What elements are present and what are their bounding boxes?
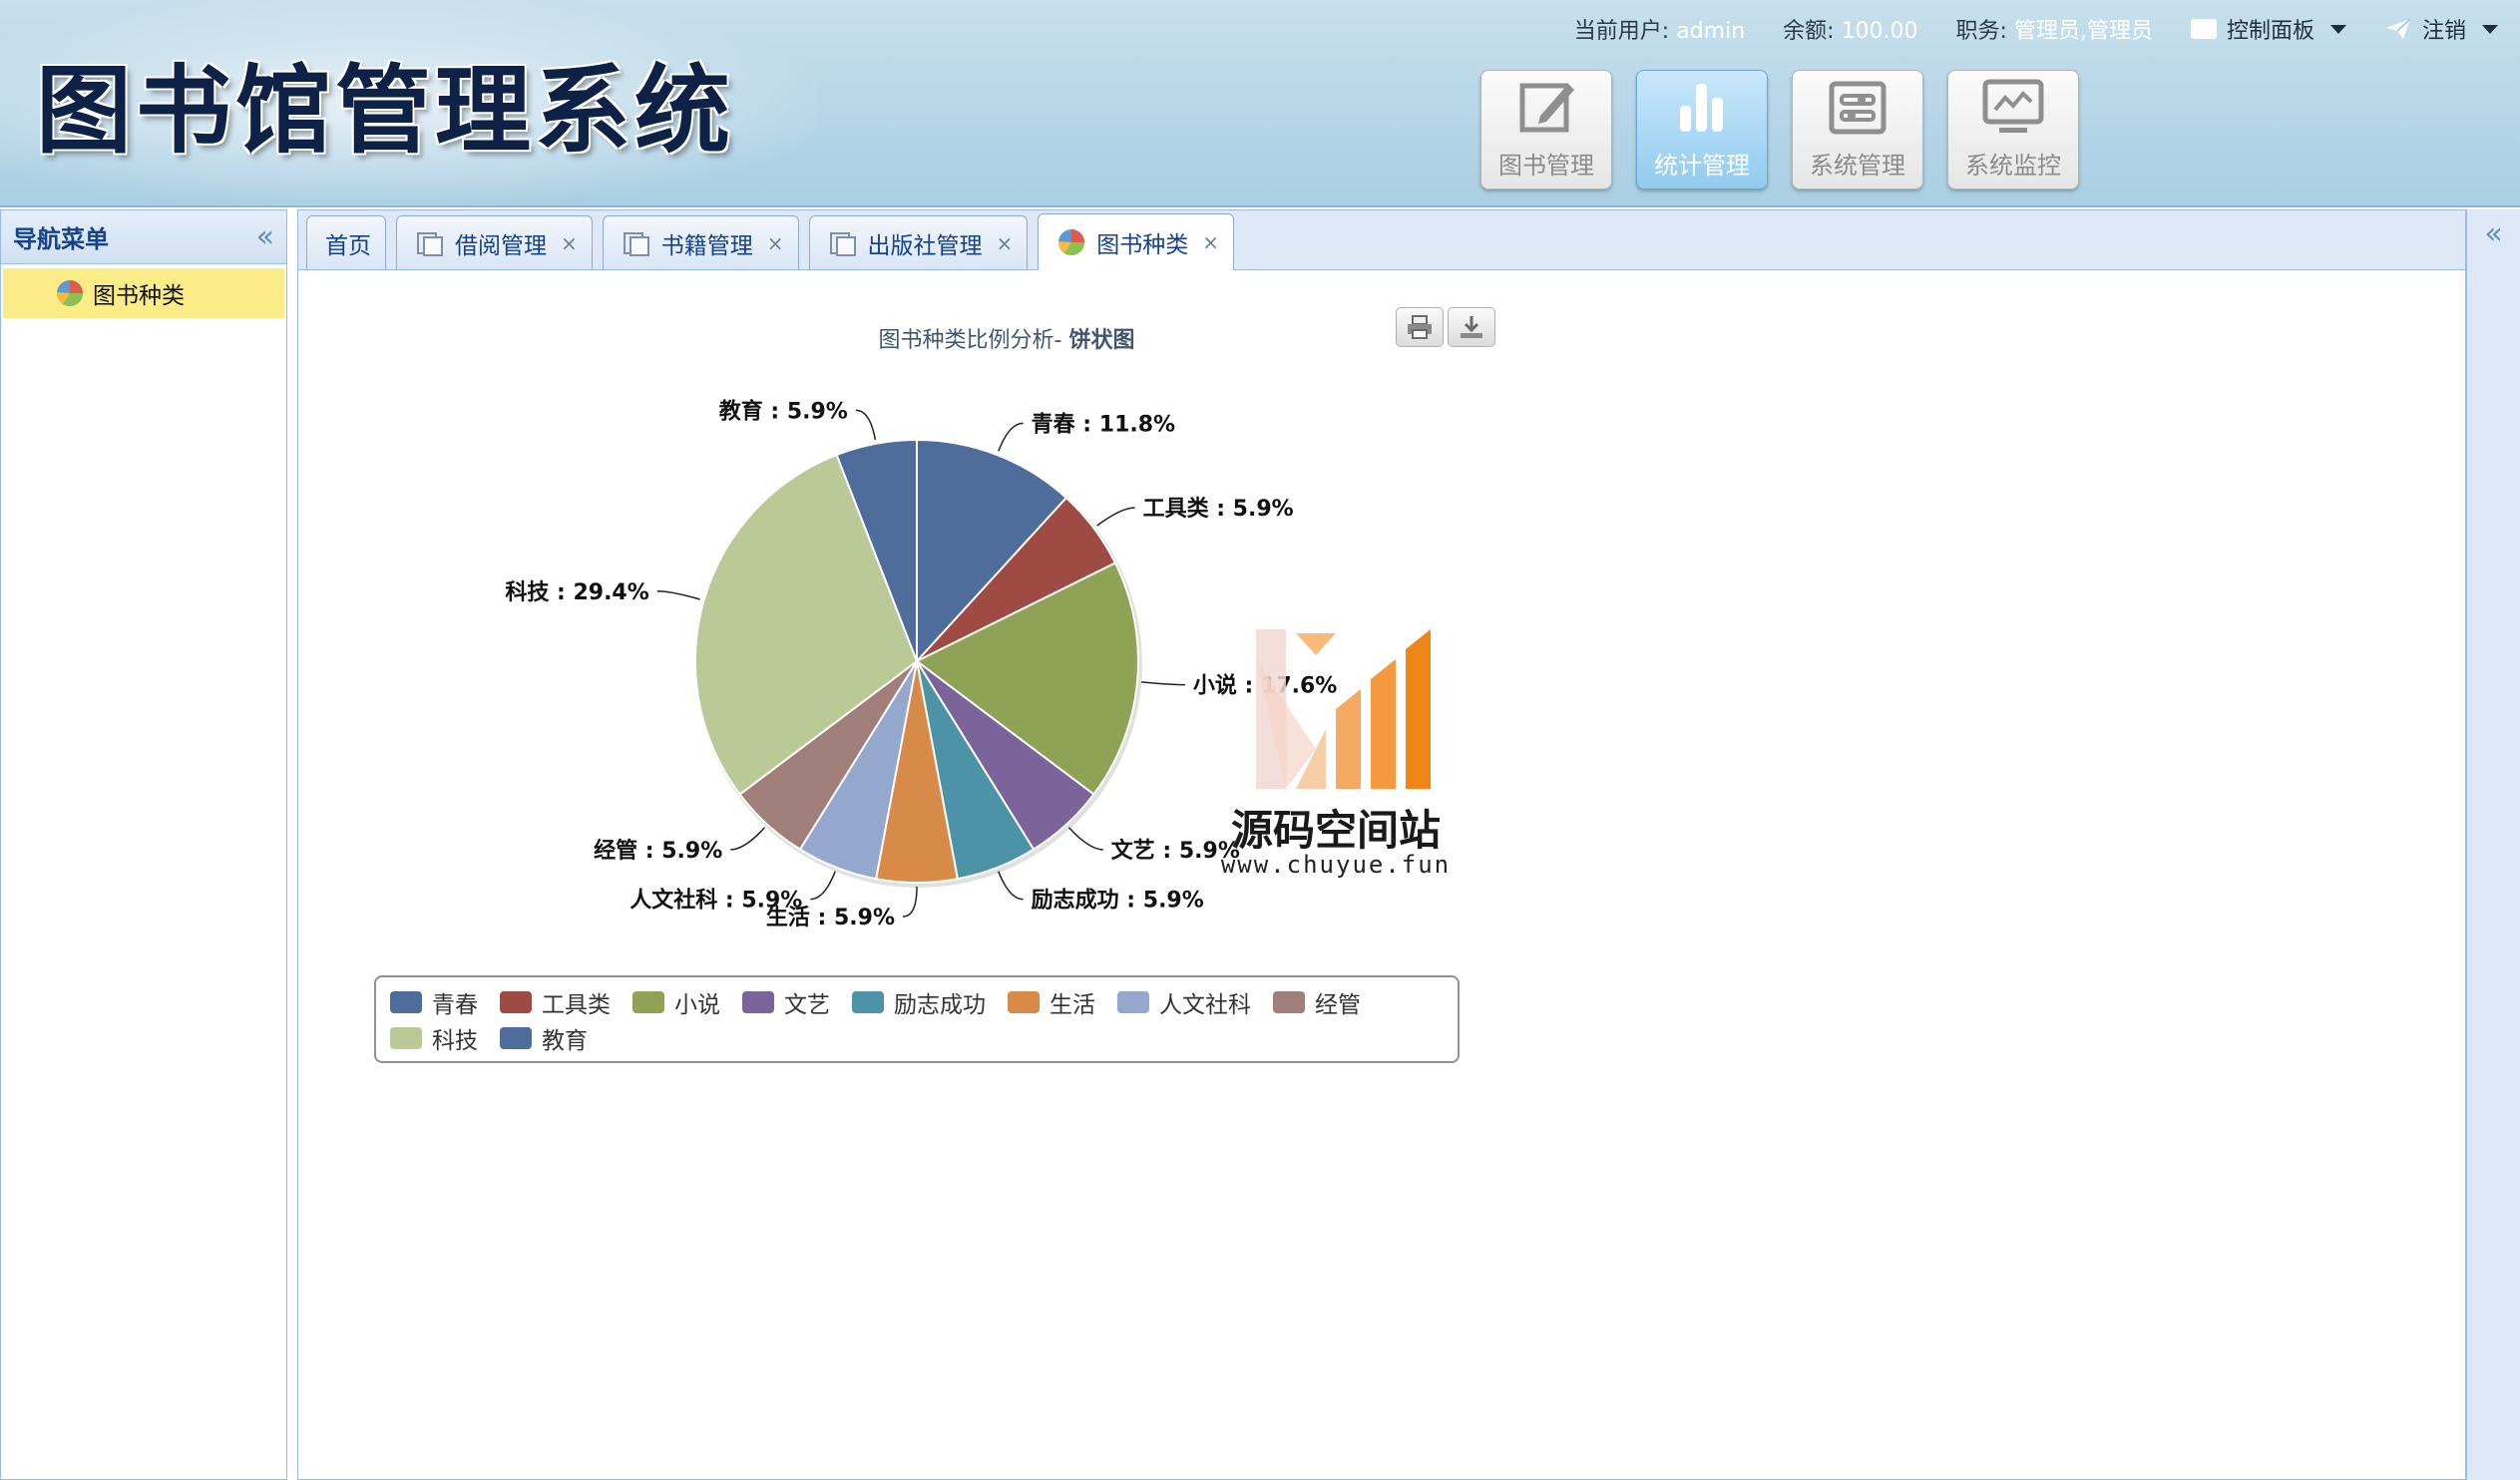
legend-item[interactable]: 教育 bbox=[500, 1021, 588, 1055]
legend-item[interactable]: 励志成功 bbox=[852, 985, 986, 1019]
legend-swatch bbox=[632, 991, 664, 1013]
document-icon bbox=[417, 231, 443, 256]
tab-book-category[interactable]: 图书种类 × bbox=[1038, 213, 1235, 270]
data-label-connector bbox=[998, 871, 1024, 901]
header: 图书馆管理系统 当前用户: admin 余额: 100.00 职务: 管理员,管… bbox=[0, 0, 2520, 207]
module-button-system-monitor[interactable]: 系统监控 bbox=[1947, 70, 2079, 189]
folder-icon bbox=[2190, 19, 2217, 39]
watermark-title: 源码空间站 bbox=[1230, 806, 1441, 855]
main-panel: 首页 借阅管理 × 书籍管理 × 出版社管理 × 图书种类 × 图书种类比例分析… bbox=[297, 209, 2466, 1480]
data-label-connector bbox=[1067, 827, 1103, 851]
legend-label: 生活 bbox=[1050, 992, 1095, 1018]
chart-legend: 青春 工具类 小说 文艺 励志成功 生活 人文社科 经管科技 教育 bbox=[374, 975, 1460, 1063]
data-label-connector bbox=[855, 409, 877, 441]
send-icon bbox=[2385, 18, 2411, 39]
app-window: 图书馆管理系统 当前用户: admin 余额: 100.00 职务: 管理员,管… bbox=[0, 0, 2520, 1480]
watermark-url: www.chuyue.fun bbox=[1220, 851, 1452, 879]
module-button-book-management[interactable]: 图书管理 bbox=[1480, 70, 1612, 189]
legend-label: 人文社科 bbox=[1159, 992, 1251, 1018]
edit-icon bbox=[1519, 83, 1574, 133]
user-info-bar: 当前用户: admin 余额: 100.00 职务: 管理员,管理员 控制面板 bbox=[1574, 10, 2498, 48]
data-label: 教育 : 5.9% bbox=[719, 398, 848, 424]
bar-chart-icon bbox=[1680, 84, 1723, 132]
sidebar-item-book-category[interactable]: 图书种类 bbox=[3, 268, 284, 318]
close-icon[interactable]: × bbox=[767, 231, 784, 255]
legend-item[interactable]: 科技 bbox=[390, 1021, 478, 1055]
sidebar-header: 导航菜单 « bbox=[1, 210, 286, 264]
legend-label: 文艺 bbox=[784, 992, 830, 1018]
data-label-connector bbox=[1096, 507, 1135, 527]
tab-publisher-management[interactable]: 出版社管理 × bbox=[808, 215, 1029, 269]
control-panel-menu[interactable]: 控制面板 bbox=[2190, 13, 2346, 45]
tab-home[interactable]: 首页 bbox=[306, 215, 386, 269]
pie-chart-icon bbox=[1058, 229, 1085, 256]
east-panel-collapsed: « bbox=[2466, 209, 2520, 1480]
legend-swatch bbox=[500, 991, 532, 1013]
legend-item[interactable]: 人文社科 bbox=[1117, 985, 1251, 1019]
tab-book-management[interactable]: 书籍管理 × bbox=[602, 215, 799, 269]
document-icon bbox=[829, 231, 856, 256]
sidebar-title: 导航菜单 bbox=[13, 225, 109, 253]
legend-swatch bbox=[500, 1027, 532, 1049]
tab-borrow-management[interactable]: 借阅管理 × bbox=[396, 215, 593, 269]
legend-label: 科技 bbox=[432, 1028, 478, 1054]
watermark-logo bbox=[1256, 629, 1431, 789]
expand-panel-icon[interactable]: « bbox=[2484, 219, 2502, 1480]
legend-label: 教育 bbox=[542, 1028, 588, 1054]
logout-menu[interactable]: 注销 bbox=[2384, 13, 2498, 45]
chevron-down-icon bbox=[2329, 24, 2346, 34]
data-label-connector bbox=[998, 422, 1024, 452]
legend-label: 励志成功 bbox=[894, 992, 986, 1018]
legend-label: 小说 bbox=[674, 992, 720, 1018]
data-label: 工具类 : 5.9% bbox=[1143, 497, 1294, 522]
tab-content: 图书种类比例分析- 饼状图 青春 : 11.8% 工具类 : 5.9% 小说 : 1… bbox=[298, 270, 2465, 1479]
data-label-connector bbox=[902, 886, 918, 918]
legend-label: 工具类 bbox=[542, 992, 611, 1018]
data-label: 青春 : 11.8% bbox=[1032, 412, 1175, 437]
legend-swatch bbox=[1273, 991, 1305, 1013]
document-icon bbox=[623, 231, 649, 256]
data-label: 经管 : 5.9% bbox=[594, 838, 722, 864]
settings-icon bbox=[1829, 81, 1887, 135]
legend-item[interactable]: 工具类 bbox=[500, 985, 611, 1019]
module-button-statistics[interactable]: 统计管理 bbox=[1636, 70, 1768, 189]
data-label: 科技 : 29.4% bbox=[505, 580, 648, 605]
legend-item[interactable]: 小说 bbox=[632, 985, 720, 1019]
legend-swatch bbox=[390, 991, 422, 1013]
legend-swatch bbox=[852, 991, 884, 1013]
legend-swatch bbox=[390, 1027, 422, 1049]
module-button-system-management[interactable]: 系统管理 bbox=[1792, 70, 1923, 189]
collapse-left-icon[interactable]: « bbox=[256, 221, 274, 252]
legend-item[interactable]: 青春 bbox=[390, 985, 478, 1019]
data-label: 人文社科 : 5.9% bbox=[630, 888, 802, 914]
watermark: 源码空间站 www.chuyue.fun bbox=[1156, 599, 1515, 909]
navigation-sidebar: 导航菜单 « 图书种类 bbox=[0, 209, 287, 1480]
current-user: 当前用户: admin bbox=[1573, 19, 1746, 44]
close-icon[interactable]: × bbox=[997, 231, 1014, 255]
data-label-connector bbox=[730, 827, 766, 851]
data-label-connector bbox=[810, 871, 836, 901]
balance: 余额: 100.00 bbox=[1783, 19, 1918, 44]
role: 职务: 管理员,管理员 bbox=[1955, 19, 2153, 44]
legend-swatch bbox=[1117, 991, 1149, 1013]
app-title: 图书馆管理系统 bbox=[36, 54, 734, 167]
sidebar-item-label: 图书种类 bbox=[93, 283, 185, 309]
close-icon[interactable]: × bbox=[561, 231, 578, 255]
legend-item[interactable]: 生活 bbox=[1008, 985, 1095, 1019]
tab-strip: 首页 借阅管理 × 书籍管理 × 出版社管理 × 图书种类 × bbox=[298, 210, 2465, 270]
chevron-down-icon bbox=[2482, 24, 2498, 34]
module-buttons: 图书管理 统计管理 系统管理 系统监控 bbox=[1480, 70, 2079, 189]
legend-item[interactable]: 文艺 bbox=[742, 985, 830, 1019]
legend-label: 青春 bbox=[432, 992, 478, 1018]
legend-item[interactable]: 经管 bbox=[1273, 985, 1361, 1019]
legend-swatch bbox=[742, 991, 774, 1013]
data-label-connector bbox=[656, 590, 700, 600]
legend-label: 经管 bbox=[1315, 992, 1361, 1018]
pie-chart-icon bbox=[56, 280, 84, 307]
close-icon[interactable]: × bbox=[1202, 230, 1219, 254]
legend-swatch bbox=[1008, 991, 1040, 1013]
monitor-icon bbox=[1982, 79, 2044, 133]
